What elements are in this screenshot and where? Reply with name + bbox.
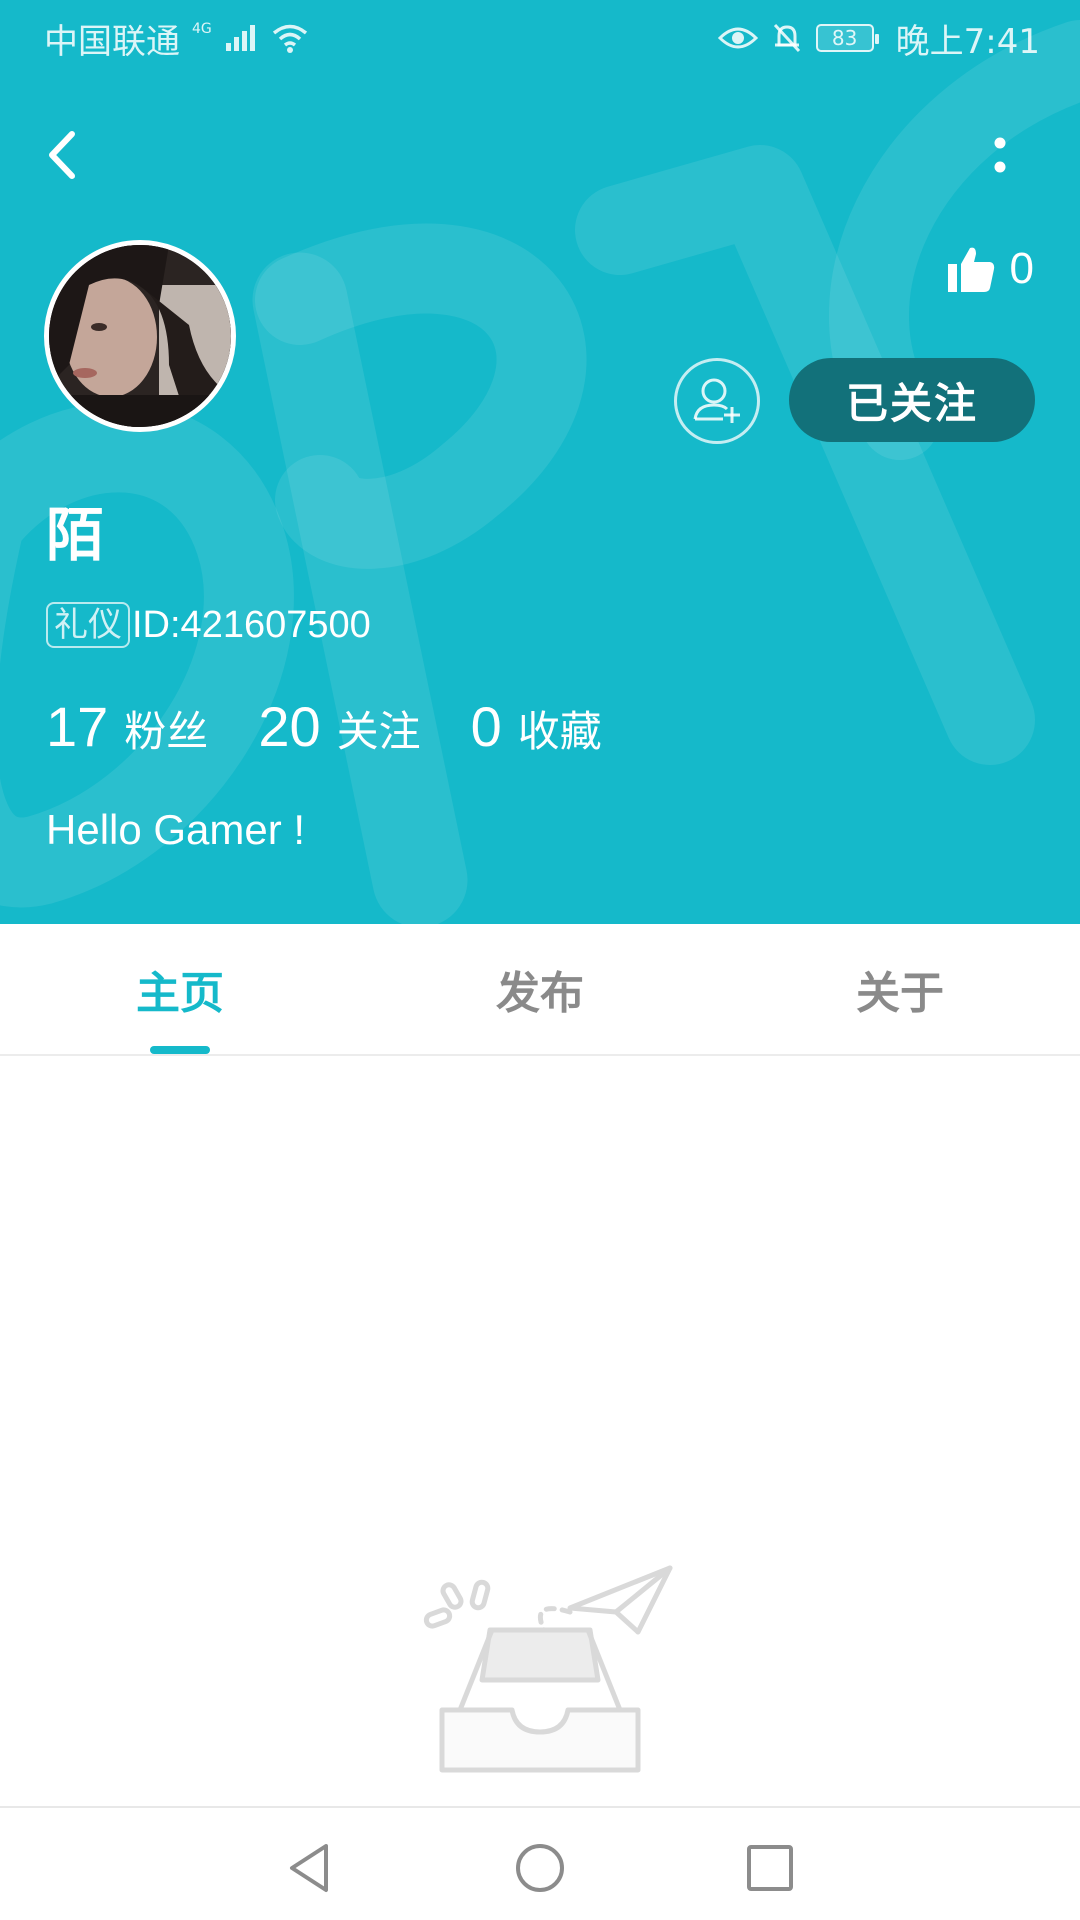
username: 陌	[46, 501, 105, 569]
wifi-icon	[272, 24, 307, 53]
tab-about[interactable]: 关于	[720, 924, 1080, 1054]
add-friend-button[interactable]	[674, 358, 760, 444]
watermark-logo	[0, 20, 1080, 924]
signal-icon	[225, 25, 255, 51]
system-nav-bar	[0, 1806, 1080, 1920]
bio: Hello Gamer !	[46, 806, 306, 853]
chevron-left-icon	[49, 131, 75, 179]
thumbs-up-icon	[947, 247, 994, 292]
avatar-photo	[49, 245, 231, 427]
stat-label: 收藏	[517, 707, 602, 756]
triangle-back-icon	[290, 1844, 328, 1892]
tab-home[interactable]: 主页	[0, 924, 360, 1054]
user-id-row: 礼仪 ID:421607500	[46, 602, 371, 648]
tab-label: 主页	[136, 968, 224, 1019]
battery-indicator: 83	[815, 24, 879, 52]
etiquette-badge: 礼仪	[46, 602, 130, 648]
like-count: 0	[1009, 244, 1034, 293]
back-button[interactable]	[38, 120, 88, 190]
stat-value: 0	[470, 695, 502, 758]
square-recent-icon	[747, 1845, 793, 1891]
profile-header: 中国联通 4G 83 晚上7:41 0 已关注 陌 礼仪 ID:42160750…	[0, 0, 1080, 924]
stat-fans[interactable]: 17 粉丝	[46, 694, 208, 759]
avatar[interactable]	[44, 240, 236, 432]
profile-tabs: 主页 发布 关于	[0, 924, 1080, 1056]
user-id: ID:421607500	[132, 603, 371, 646]
active-tab-indicator	[150, 1046, 210, 1054]
empty-inbox-illustration	[423, 1565, 673, 1773]
tab-label: 关于	[856, 968, 944, 1019]
nav-recent-button[interactable]	[740, 1838, 800, 1898]
tab-posts[interactable]: 发布	[360, 924, 720, 1054]
more-options-button[interactable]	[980, 120, 1020, 190]
more-vertical-icon	[994, 137, 1006, 173]
circle-home-icon	[516, 1844, 564, 1892]
profile-screen: 中国联通 4G 83 晚上7:41 0 已关注 陌 礼仪 ID:42160750…	[0, 0, 1080, 1920]
eye-icon	[717, 27, 758, 49]
stat-value: 17	[46, 695, 109, 758]
bell-muted-icon	[773, 23, 800, 53]
stat-value: 20	[258, 695, 321, 758]
add-user-icon	[693, 378, 740, 423]
nav-home-button[interactable]	[510, 1838, 570, 1898]
stat-label: 关注	[336, 707, 421, 756]
status-bar: 中国联通 4G 83 晚上7:41	[0, 0, 1080, 76]
carrier-label: 中国联通	[44, 21, 180, 62]
network-type: 4G	[192, 21, 212, 37]
nav-back-button[interactable]	[280, 1838, 340, 1898]
clock: 晚上7:41	[895, 21, 1040, 62]
stat-following[interactable]: 20 关注	[258, 694, 420, 759]
stat-favorites[interactable]: 0 收藏	[471, 694, 602, 759]
stat-label: 粉丝	[124, 707, 209, 756]
like-counter[interactable]: 0	[946, 244, 1034, 294]
tab-label: 发布	[496, 968, 584, 1019]
stats-row: 17 粉丝 20 关注 0 收藏	[46, 694, 652, 759]
followed-button[interactable]: 已关注	[789, 358, 1035, 442]
